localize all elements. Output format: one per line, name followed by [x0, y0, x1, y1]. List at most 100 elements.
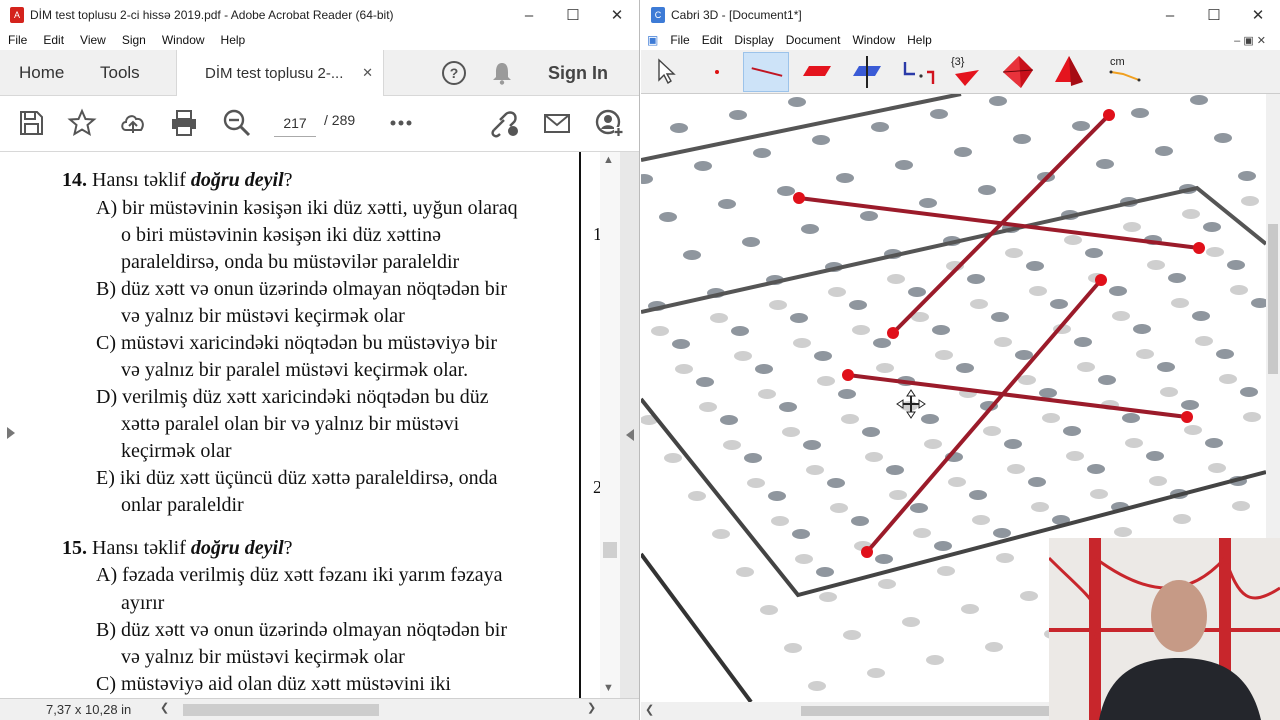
acrobat-window: A DİM test toplusu 2-ci hissə 2019.pdf -… [0, 0, 640, 720]
maximize-button[interactable]: ☐ [551, 0, 595, 30]
menu-view[interactable]: View [72, 33, 114, 47]
scroll-left-icon[interactable]: ❮ [160, 701, 169, 714]
grid-point [1192, 311, 1210, 321]
save-icon[interactable] [16, 108, 46, 138]
close-button[interactable]: ✕ [1236, 0, 1280, 30]
grid-point [1031, 502, 1049, 512]
maximize-button[interactable]: ☐ [1192, 0, 1236, 30]
bookmark-star-icon[interactable] [67, 108, 97, 138]
point[interactable] [842, 369, 854, 381]
point[interactable] [1095, 274, 1107, 286]
tab-document[interactable]: DİM test toplusu 2-... ✕ [176, 50, 384, 96]
point-tool-icon[interactable] [695, 52, 741, 92]
cabri-scroll-thumb[interactable] [1268, 224, 1278, 374]
pdf-vertical-scrollbar[interactable]: ▲ ▼ [600, 152, 620, 698]
grid-point [819, 592, 837, 602]
scroll-down-icon[interactable]: ▼ [603, 682, 614, 694]
share-link-icon[interactable] [490, 108, 520, 138]
pyramid-tool-icon[interactable] [1045, 52, 1091, 92]
grid-point [659, 212, 677, 222]
grid-point [1007, 464, 1025, 474]
q14-line: və yalnız bir paralel müstəvi keçirmək o… [121, 359, 469, 381]
q15-line: B) düz xətt və onun üzərində olmayan nöq… [96, 619, 507, 641]
triangle-tool-icon[interactable]: {3} [943, 52, 989, 92]
grid-point [806, 465, 824, 475]
menu-edit[interactable]: Edit [696, 33, 729, 47]
scroll-thumb[interactable] [603, 542, 617, 558]
horizontal-scroll-thumb[interactable] [183, 704, 379, 716]
minimize-button[interactable]: – [1148, 0, 1192, 30]
add-user-icon[interactable] [594, 108, 624, 138]
grid-point [1241, 196, 1259, 206]
menu-document[interactable]: Document [780, 33, 847, 47]
grid-point [742, 237, 760, 247]
pointer-tool-icon[interactable] [645, 52, 691, 92]
mail-icon[interactable] [542, 108, 572, 138]
grid-point [836, 173, 854, 183]
scroll-right-icon[interactable]: ❯ [587, 701, 596, 714]
expand-nav-icon[interactable] [7, 427, 15, 439]
person-head [1151, 580, 1207, 652]
point[interactable] [861, 546, 873, 558]
polyhedron-tool-icon[interactable] [995, 52, 1041, 92]
grid-point [753, 148, 771, 158]
question-15-lead: Hansı təklif [92, 537, 191, 559]
print-icon[interactable] [169, 108, 199, 138]
point[interactable] [793, 192, 805, 204]
menu-help[interactable]: Help [901, 33, 938, 47]
nav-pane-toggle[interactable] [0, 152, 22, 698]
mdi-window-controls[interactable]: – ▣ ✕ [1228, 34, 1272, 47]
grid-point [985, 642, 1003, 652]
grid-point [1066, 451, 1084, 461]
plane-tool-icon[interactable] [793, 52, 839, 92]
menu-window[interactable]: Window [154, 33, 213, 47]
point[interactable] [1193, 242, 1205, 254]
point[interactable] [1181, 411, 1193, 423]
measure-tool-icon[interactable]: cm [1101, 52, 1147, 92]
close-button[interactable]: ✕ [595, 0, 639, 30]
grid-point [710, 313, 728, 323]
cabri-window-title: Cabri 3D - [Document1*] [671, 8, 802, 22]
menu-file[interactable]: File [664, 33, 695, 47]
menu-window[interactable]: Window [846, 33, 901, 47]
bell-icon[interactable] [491, 61, 513, 85]
q14-line: E) iki düz xətt üçüncü düz xəttə paralel… [96, 467, 498, 489]
grid-point [908, 287, 926, 297]
minimize-button[interactable]: – [507, 0, 551, 30]
line-gh[interactable] [847, 373, 1188, 419]
line-cd[interactable] [798, 196, 1200, 250]
grid-point [948, 477, 966, 487]
grid-point [670, 123, 688, 133]
menu-sign[interactable]: Sign [114, 33, 154, 47]
upload-icon[interactable] [118, 108, 148, 138]
perpendicular-tool-icon[interactable] [843, 52, 889, 92]
menu-edit[interactable]: Edit [35, 33, 72, 47]
cabri-toolbar: {3} cm [641, 50, 1280, 94]
tab-home[interactable]: Home [19, 63, 64, 83]
grid-point [768, 491, 786, 501]
help-icon[interactable]: ? [442, 61, 466, 85]
sign-in-button[interactable]: Sign In [548, 63, 608, 84]
menu-display[interactable]: Display [728, 33, 779, 47]
zoom-out-icon[interactable] [222, 108, 252, 138]
menu-help[interactable]: Help [213, 33, 254, 47]
grid-point [784, 643, 802, 653]
q15-line: A) fəzada verilmiş düz xətt fəzanı iki y… [96, 564, 503, 586]
scroll-up-icon[interactable]: ▲ [603, 154, 614, 166]
point[interactable] [1103, 109, 1115, 121]
point[interactable] [887, 327, 899, 339]
page-number-input[interactable]: 217 [274, 111, 316, 137]
more-icon[interactable] [386, 108, 416, 138]
tab-document-label: DİM test toplusu 2-... [205, 64, 344, 82]
close-tab-icon[interactable]: ✕ [362, 65, 373, 81]
line-tool-icon[interactable] [743, 52, 789, 92]
right-pane-toggle[interactable] [620, 152, 639, 698]
grid-point [902, 617, 920, 627]
menu-file[interactable]: File [0, 33, 35, 47]
cabri-hscroll-thumb[interactable] [801, 706, 1051, 716]
scroll-left-icon[interactable]: ❮ [645, 703, 654, 716]
transform-tool-icon[interactable] [893, 52, 939, 92]
line-ef[interactable] [865, 278, 1103, 554]
tab-tools[interactable]: Tools [100, 63, 140, 83]
collapse-pane-icon[interactable] [626, 429, 634, 441]
